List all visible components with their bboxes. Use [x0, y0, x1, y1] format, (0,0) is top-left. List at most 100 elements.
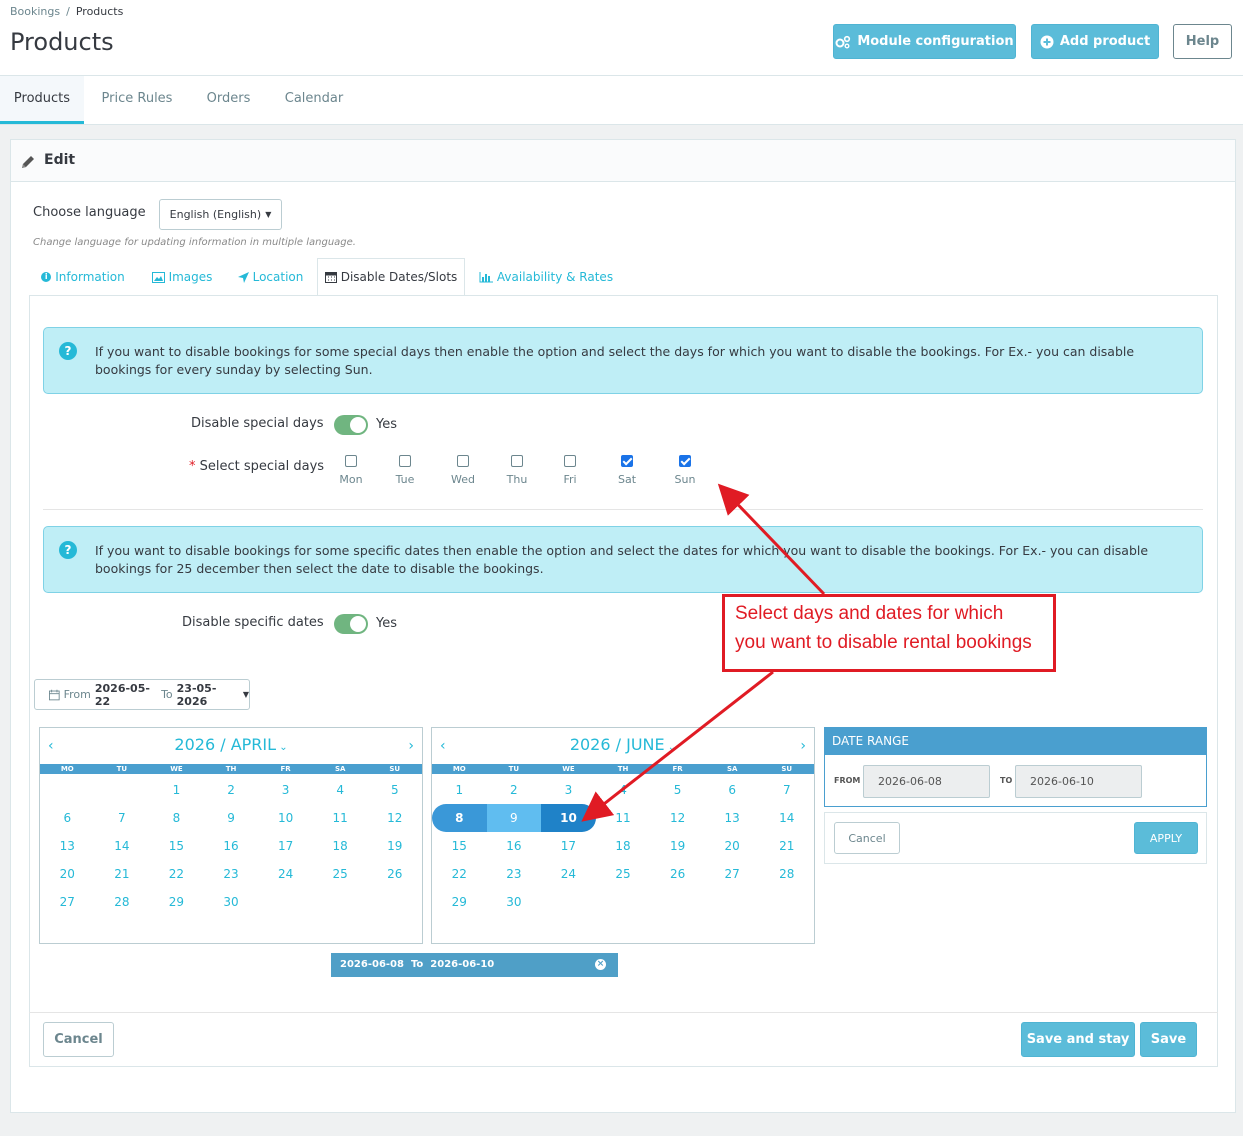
- checkbox[interactable]: [511, 455, 523, 467]
- calendar-day[interactable]: 26: [650, 860, 705, 888]
- calendar-day[interactable]: 3: [541, 776, 596, 804]
- checkbox[interactable]: [399, 455, 411, 467]
- disable-special-days-switch[interactable]: [334, 415, 368, 435]
- calendar-day[interactable]: 29: [149, 888, 204, 916]
- calendar-day[interactable]: 12: [650, 804, 705, 832]
- day-checkbox-wed[interactable]: Wed: [443, 453, 483, 486]
- calendar-day[interactable]: 23: [204, 860, 259, 888]
- calendar-day[interactable]: 28: [95, 888, 150, 916]
- tab-calendar[interactable]: Calendar: [277, 76, 351, 124]
- calendar-day[interactable]: 4: [596, 776, 651, 804]
- checkbox-checked[interactable]: [679, 455, 691, 467]
- calendar-day[interactable]: 18: [313, 832, 368, 860]
- calendar-day[interactable]: 21: [95, 860, 150, 888]
- calendar-day[interactable]: 1: [149, 776, 204, 804]
- calendar-day[interactable]: 1: [432, 776, 487, 804]
- day-checkbox-sun[interactable]: Sun: [665, 453, 705, 486]
- checkbox-checked[interactable]: [621, 455, 633, 467]
- calendar-day[interactable]: 11: [313, 804, 368, 832]
- day-checkbox-tue[interactable]: Tue: [385, 453, 425, 486]
- calendar-day[interactable]: 9: [486, 804, 542, 832]
- calendar-day[interactable]: 19: [367, 832, 422, 860]
- calendar-day[interactable]: 2: [487, 776, 542, 804]
- calendar-day[interactable]: 18: [596, 832, 651, 860]
- day-checkbox-thu[interactable]: Thu: [497, 453, 537, 486]
- calendar-month-title[interactable]: 2026 / APRIL ⌄: [40, 735, 422, 754]
- to-date-input[interactable]: 2026-06-10: [1015, 765, 1142, 798]
- calendar-day[interactable]: 21: [759, 832, 814, 860]
- save-and-stay-button[interactable]: Save and stay: [1021, 1022, 1135, 1057]
- calendar-day[interactable]: 4: [313, 776, 368, 804]
- tab-information[interactable]: i Information: [35, 258, 131, 296]
- calendar-day[interactable]: 27: [705, 860, 760, 888]
- cancel-button[interactable]: Cancel: [43, 1022, 114, 1057]
- tab-disable-dates[interactable]: Disable Dates/Slots: [317, 258, 465, 296]
- add-product-button[interactable]: Add product: [1031, 24, 1159, 59]
- calendar-day[interactable]: 30: [204, 888, 259, 916]
- tab-products[interactable]: Products: [0, 76, 84, 124]
- calendar-day[interactable]: 8: [432, 804, 487, 832]
- calendar-day[interactable]: 10: [541, 804, 596, 832]
- tab-images[interactable]: Images: [146, 258, 218, 296]
- calendar-day[interactable]: 6: [705, 776, 760, 804]
- calendar-day[interactable]: 2: [204, 776, 259, 804]
- module-configuration-button[interactable]: Module configuration: [833, 24, 1016, 59]
- date-range-picker-button[interactable]: From 2026-05-22 To 23-05-2026 ▼: [34, 679, 250, 710]
- day-checkbox-fri[interactable]: Fri: [550, 453, 590, 486]
- day-checkbox-mon[interactable]: Mon: [331, 453, 371, 486]
- calendar-day[interactable]: 20: [705, 832, 760, 860]
- date-range-cancel-button[interactable]: Cancel: [834, 822, 900, 854]
- calendar-day[interactable]: 5: [367, 776, 422, 804]
- calendar-day[interactable]: 11: [596, 804, 651, 832]
- calendar-day[interactable]: 6: [40, 804, 95, 832]
- calendar-day[interactable]: 16: [204, 832, 259, 860]
- calendar-day[interactable]: 24: [541, 860, 596, 888]
- save-button[interactable]: Save: [1140, 1022, 1197, 1057]
- calendar-day[interactable]: 14: [759, 804, 814, 832]
- next-month-arrow-icon[interactable]: ›: [408, 738, 414, 754]
- calendar-day[interactable]: 10: [258, 804, 313, 832]
- calendar-day[interactable]: 7: [759, 776, 814, 804]
- calendar-day[interactable]: 13: [40, 832, 95, 860]
- calendar-day[interactable]: 12: [367, 804, 422, 832]
- calendar-day[interactable]: 19: [650, 832, 705, 860]
- calendar-day[interactable]: 5: [650, 776, 705, 804]
- calendar-day[interactable]: 14: [95, 832, 150, 860]
- next-month-arrow-icon[interactable]: ›: [800, 738, 806, 754]
- calendar-day[interactable]: 8: [149, 804, 204, 832]
- calendar-day[interactable]: 27: [40, 888, 95, 916]
- calendar-day[interactable]: 7: [95, 804, 150, 832]
- calendar-day[interactable]: 9: [204, 804, 259, 832]
- calendar-day[interactable]: 30: [487, 888, 542, 916]
- calendar-month-title[interactable]: 2026 / JUNE ⌄: [432, 735, 814, 754]
- calendar-day[interactable]: 16: [487, 832, 542, 860]
- calendar-day[interactable]: 15: [432, 832, 487, 860]
- checkbox[interactable]: [457, 455, 469, 467]
- date-range-apply-button[interactable]: APPLY: [1134, 822, 1198, 854]
- calendar-day[interactable]: 17: [258, 832, 313, 860]
- day-checkbox-sat[interactable]: Sat: [607, 453, 647, 486]
- calendar-day[interactable]: 17: [541, 832, 596, 860]
- calendar-day[interactable]: 22: [432, 860, 487, 888]
- tab-location[interactable]: Location: [233, 258, 308, 296]
- calendar-day[interactable]: 29: [432, 888, 487, 916]
- calendar-day[interactable]: 25: [313, 860, 368, 888]
- calendar-day[interactable]: 25: [596, 860, 651, 888]
- calendar-day[interactable]: 22: [149, 860, 204, 888]
- language-dropdown[interactable]: English (English) ▼: [159, 199, 282, 230]
- tab-availability-rates[interactable]: Availability & Rates: [476, 258, 616, 296]
- calendar-day[interactable]: 26: [367, 860, 422, 888]
- tab-price-rules[interactable]: Price Rules: [92, 76, 182, 124]
- calendar-day[interactable]: 24: [258, 860, 313, 888]
- calendar-day[interactable]: 3: [258, 776, 313, 804]
- calendar-day[interactable]: 13: [705, 804, 760, 832]
- remove-range-icon[interactable]: ×: [595, 959, 606, 970]
- checkbox[interactable]: [564, 455, 576, 467]
- tab-orders[interactable]: Orders: [196, 76, 261, 124]
- checkbox[interactable]: [345, 455, 357, 467]
- breadcrumb-parent[interactable]: Bookings: [10, 5, 60, 18]
- calendar-day[interactable]: 20: [40, 860, 95, 888]
- calendar-day[interactable]: 15: [149, 832, 204, 860]
- calendar-day[interactable]: 23: [487, 860, 542, 888]
- from-date-input[interactable]: 2026-06-08: [863, 765, 990, 798]
